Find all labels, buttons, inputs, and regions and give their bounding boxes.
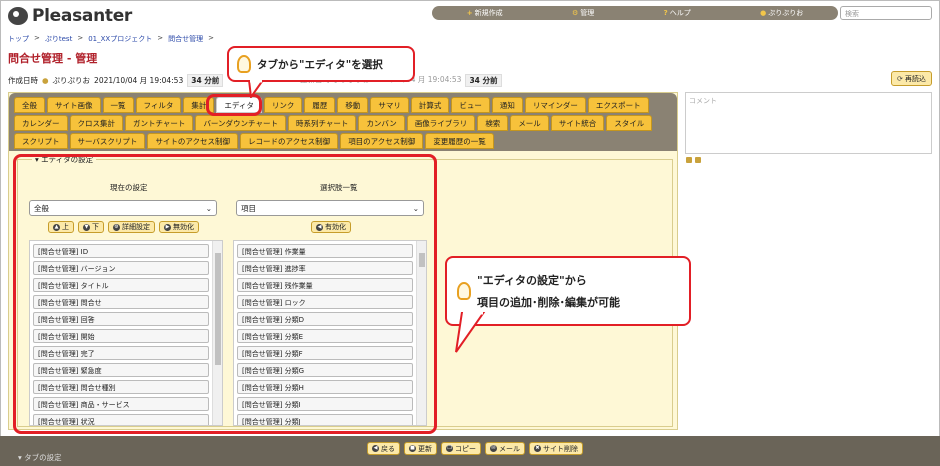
callout-pointer [455, 312, 486, 353]
lightbulb-icon [237, 55, 251, 73]
tab-row1-13[interactable]: リマインダー [524, 97, 586, 113]
reload-icon: ⟳ [897, 74, 903, 83]
nav-help[interactable]: ? ヘルプ [664, 8, 691, 18]
tab-callout: タブから"エディタ"を選択 [227, 46, 415, 82]
tab-row1-0[interactable]: 全般 [14, 97, 45, 113]
created-meta: 作成日時 ● ぷりぷりお 2021/10/04 月 19:04:53 34 分前 [8, 74, 224, 87]
app-logo[interactable]: Pleasanter [8, 6, 132, 26]
tab-row2-9[interactable]: サイト統合 [550, 115, 605, 131]
delete-site-button[interactable]: ✖ サイト削除 [529, 442, 583, 455]
nav-user[interactable]: ● ぷりぷりお [760, 8, 803, 18]
breadcrumb-item[interactable]: 問合せ管理 [168, 34, 203, 44]
tab-row1-9[interactable]: サマリ [370, 97, 409, 113]
app-name: Pleasanter [32, 6, 133, 26]
tab-row2-6[interactable]: 画像ライブラリ [406, 115, 476, 131]
tab-row2-10[interactable]: スタイル [606, 115, 653, 131]
nav-manage[interactable]: ⚙ 管理 [572, 8, 594, 18]
tab-row1-1[interactable]: サイト画像 [47, 97, 101, 113]
tab-row: カレンダー クロス集計 ガントチャート バーンダウンチャート 時系列チャート カンバン 画像… [14, 115, 653, 131]
copy-button[interactable]: ❐ コピー [441, 442, 481, 455]
tab-row1-8[interactable]: 移動 [337, 97, 369, 113]
tab-row3-0[interactable]: スクリプト [14, 133, 68, 149]
tab-row1-2[interactable]: 一覧 [102, 97, 134, 113]
tab-row3-1[interactable]: サーバスクリプト [69, 133, 146, 149]
tab-row2-2[interactable]: ガントチャート [125, 115, 194, 131]
elapsed-badge: 34 分前 [187, 74, 224, 87]
tab-settings-legend[interactable]: ▾ タブの設定 [18, 452, 62, 463]
gear-icon: ⚙ [571, 9, 579, 17]
tab-row2-1[interactable]: クロス集計 [69, 115, 123, 131]
help-icon: ? [663, 9, 668, 17]
page-title: 問合せ管理 - 管理 [8, 52, 98, 65]
tab-row: スクリプト サーバスクリプト サイトのアクセス制御 レコードのアクセス制御 項目のアクセ… [14, 133, 494, 149]
user-icon: ● [42, 76, 49, 85]
tab-row1-3[interactable]: フィルタ [135, 97, 182, 113]
tab-row3-5[interactable]: 変更履歴の一覧 [425, 133, 494, 149]
plus-icon: + [466, 9, 473, 17]
created-user[interactable]: ぷりぷりお [53, 75, 91, 86]
tab-row2-4[interactable]: 時系列チャート [288, 115, 357, 131]
tab-row2-5[interactable]: カンバン [358, 115, 405, 131]
callout-pointer [247, 80, 265, 98]
attach-icon[interactable] [695, 157, 701, 163]
breadcrumb: トップ > ぷりtest > 01_XXプロジェクト > 問合せ管理 > [8, 34, 214, 44]
tab-row1-14[interactable]: エクスポート [587, 97, 649, 113]
tab-row2-7[interactable]: 検索 [477, 115, 509, 131]
image-icon[interactable] [686, 157, 692, 163]
search-input[interactable]: 検索 [840, 6, 932, 20]
tab-row2-3[interactable]: バーンダウンチャート [195, 115, 286, 131]
comment-field[interactable]: コメント [685, 92, 932, 154]
bottom-buttons: ◀ 戻る ■ 更新 ❐ コピー ✉ メール ✖ サイト削除 [367, 442, 583, 455]
tab-row1-11[interactable]: ビュー [451, 97, 490, 113]
tab-bar: 全般 サイト画像 一覧 フィルタ 集計 エディタ リンク 履歴 移動 サマリ 計算式 ビュー 通知 リマイ… [9, 93, 677, 151]
trash-icon: ✖ [534, 445, 541, 452]
editor-section-highlight [13, 154, 437, 434]
tab-row2-8[interactable]: メール [510, 115, 549, 131]
lightbulb-icon [457, 282, 471, 300]
top-navigation: + 新規作成 ⚙ 管理 ? ヘルプ ● ぷりぷりお [432, 6, 838, 20]
tab-row1-7[interactable]: 履歴 [304, 97, 336, 113]
breadcrumb-item[interactable]: ぷりtest [45, 34, 72, 44]
created-datetime: 2021/10/04 月 19:04:53 [94, 76, 184, 85]
user-icon: ● [760, 9, 767, 17]
nav-new[interactable]: + 新規作成 [467, 8, 503, 18]
breadcrumb-item[interactable]: トップ [8, 34, 29, 44]
update-button[interactable]: ■ 更新 [404, 442, 437, 455]
tab-row3-2[interactable]: サイトのアクセス制御 [147, 133, 239, 149]
tab-row: 全般 サイト画像 一覧 フィルタ 集計 エディタ リンク 履歴 移動 サマリ 計算式 ビュー 通知 リマイ… [14, 97, 649, 113]
mail-icon: ✉ [490, 445, 497, 452]
back-button[interactable]: ◀ 戻る [367, 442, 400, 455]
tab-row1-10[interactable]: 計算式 [410, 97, 450, 113]
copy-icon: ❐ [446, 445, 453, 452]
breadcrumb-item[interactable]: 01_XXプロジェクト [88, 34, 152, 44]
comment-tools [686, 157, 701, 163]
tab-row3-4[interactable]: 項目のアクセス制御 [340, 133, 424, 149]
reread-button[interactable]: ⟳ 再読込 [891, 71, 932, 86]
tab-row1-6[interactable]: リンク [263, 97, 303, 113]
back-icon: ◀ [372, 445, 379, 452]
tab-row1-12[interactable]: 通知 [491, 97, 523, 113]
save-icon: ■ [409, 445, 416, 452]
tab-row3-3[interactable]: レコードのアクセス制御 [240, 133, 339, 149]
mail-button[interactable]: ✉ メール [485, 442, 525, 455]
tab-row2-0[interactable]: カレンダー [14, 115, 68, 131]
pleasanter-logo-icon [8, 7, 28, 25]
